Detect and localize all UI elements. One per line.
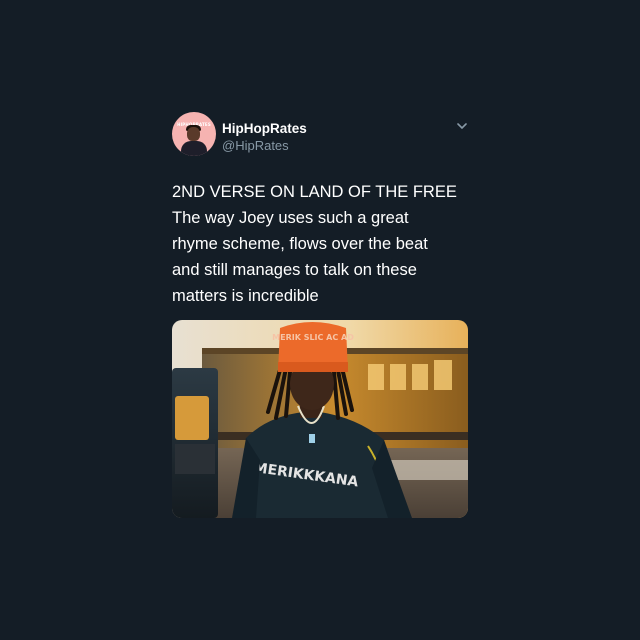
tweet-text: 2ND VERSE ON LAND OF THE FREE The way Jo… (172, 179, 472, 309)
tweet-card[interactable]: HIPHOPRATES HipHopRates @HipRates 2ND VE… (172, 112, 472, 518)
tweet-text-line: 2ND VERSE ON LAND OF THE FREE (172, 183, 457, 201)
tweet-header: HIPHOPRATES HipHopRates @HipRates (172, 112, 472, 160)
tweet-media-photo[interactable]: MERIKKKANA MERIK SLIC AC AD (172, 320, 468, 518)
tweet-text-line: and still manages to talk on these (172, 261, 417, 279)
tweet-text-line: matters is incredible (172, 287, 319, 305)
author-names: HipHopRates @HipRates (222, 121, 307, 154)
display-name[interactable]: HipHopRates (222, 121, 307, 137)
chevron-down-icon[interactable] (456, 121, 468, 131)
user-handle[interactable]: @HipRates (222, 138, 307, 154)
tweet-text-line: The way Joey uses such a great (172, 209, 409, 227)
tweet-text-line: rhyme scheme, flows over the beat (172, 235, 428, 253)
photo-scene: MERIKKKANA MERIK SLIC AC AD (172, 320, 468, 518)
avatar[interactable]: HIPHOPRATES (172, 112, 216, 156)
avatar-face (187, 127, 200, 141)
avatar-body (181, 141, 207, 156)
beanie-text: MERIK SLIC AC AD (272, 333, 354, 342)
